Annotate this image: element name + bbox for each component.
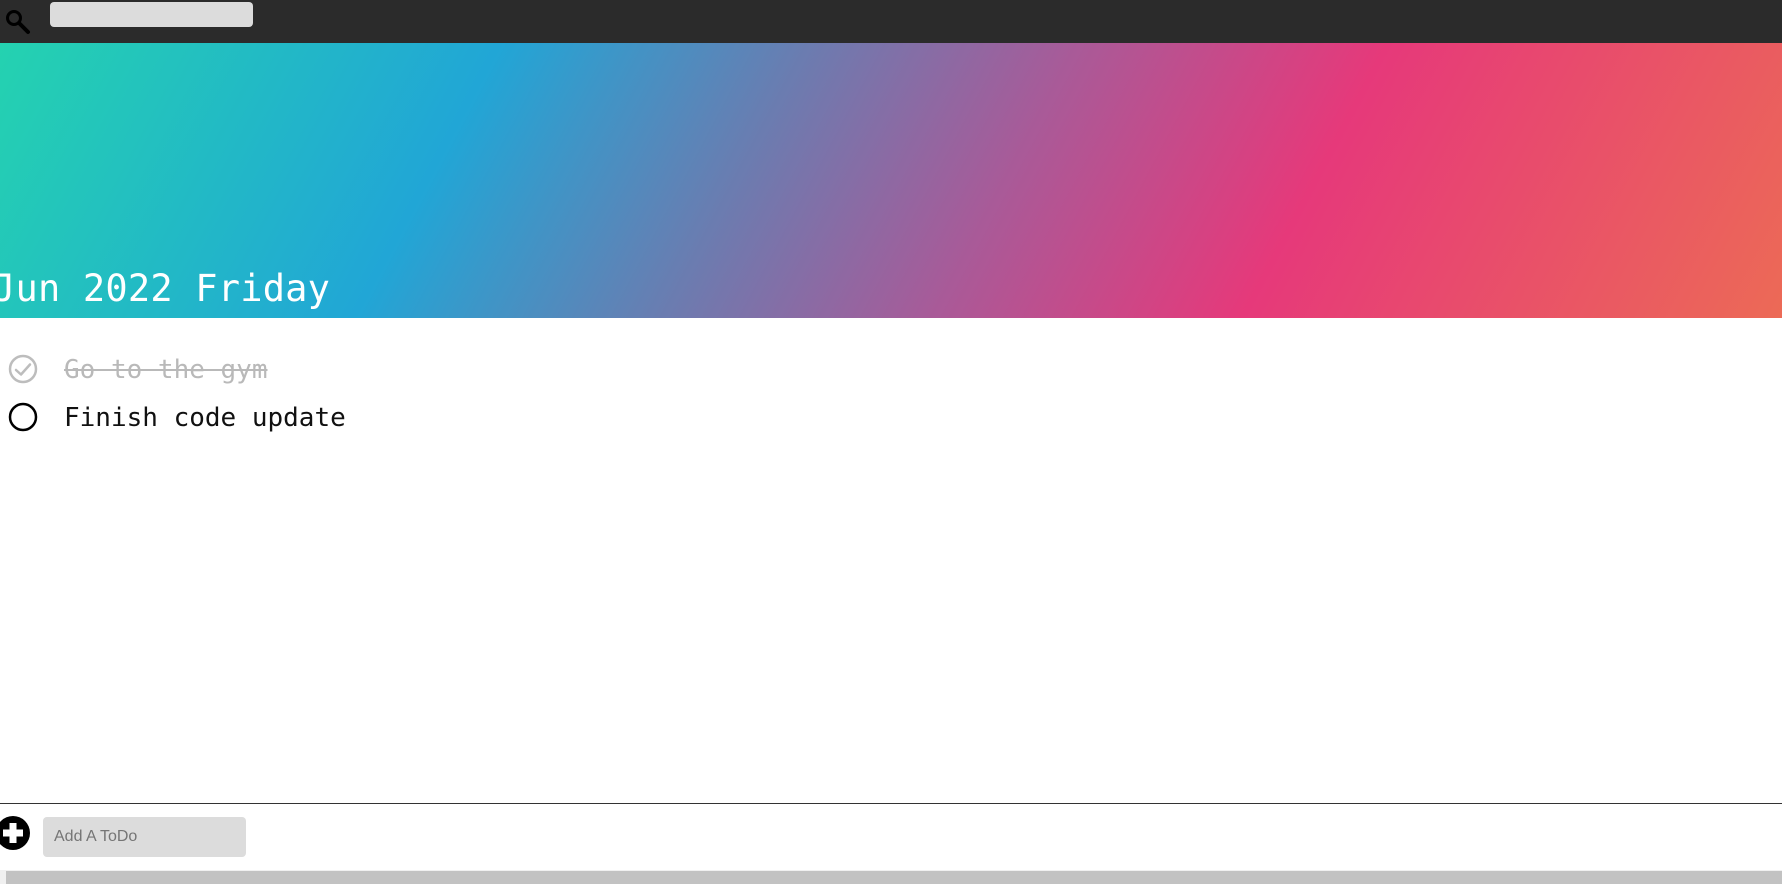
search-input[interactable]	[50, 2, 253, 27]
top-bar	[0, 0, 1782, 43]
check-circle-icon[interactable]	[7, 353, 39, 385]
footer-divider	[0, 803, 1782, 804]
search-icon[interactable]	[4, 8, 34, 36]
add-todo-input[interactable]	[43, 817, 246, 857]
todo-item: Go to the gym	[0, 350, 1782, 394]
empty-circle-icon[interactable]	[7, 401, 39, 433]
todo-item: Finish code update	[0, 398, 1782, 442]
scrollbar-thumb[interactable]	[6, 871, 1782, 884]
todo-item-label: Go to the gym	[64, 355, 268, 385]
banner-date: Jun 2022 Friday	[0, 267, 331, 310]
date-banner: Jun 2022 Friday	[0, 43, 1782, 318]
horizontal-scrollbar[interactable]	[0, 870, 1782, 884]
todo-item-label: Finish code update	[64, 403, 346, 433]
plus-circle-icon[interactable]	[0, 816, 30, 850]
